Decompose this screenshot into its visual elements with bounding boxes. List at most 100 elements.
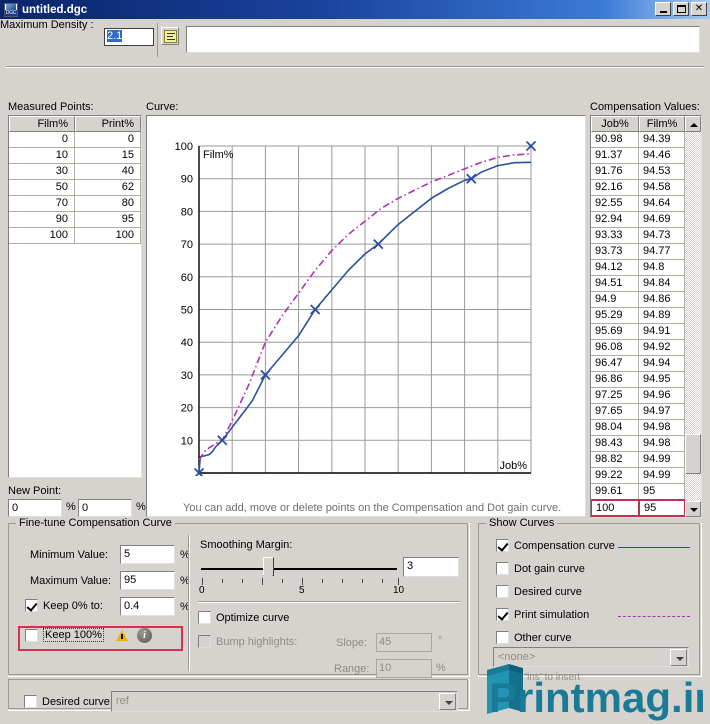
cell-film[interactable]: 94.98: [639, 420, 685, 436]
cell-job[interactable]: 100: [591, 500, 639, 516]
cell-film[interactable]: 94.46: [639, 148, 685, 164]
cell-film[interactable]: 94.96: [639, 388, 685, 404]
table-row[interactable]: 90 95: [9, 212, 141, 228]
measured-points-table[interactable]: Film% Print% 0 0 10 15 30 40 50 62 70 80 90 95 100 10…: [8, 115, 142, 478]
desired-curve-row[interactable]: Desired curve:: [24, 695, 113, 708]
cell-film[interactable]: 10: [9, 148, 75, 164]
cell-film[interactable]: 94.53: [639, 164, 685, 180]
table-row[interactable]: 10 15: [9, 148, 141, 164]
show-curve-checkbox[interactable]: [496, 631, 509, 644]
cell-film[interactable]: 70: [9, 196, 75, 212]
cell-job[interactable]: 96.86: [591, 372, 639, 388]
cell-film[interactable]: 0: [9, 132, 75, 148]
cell-print[interactable]: 0: [75, 132, 141, 148]
cell-film[interactable]: 94.86: [639, 292, 685, 308]
cell-job[interactable]: 94.12: [591, 260, 639, 276]
cell-film[interactable]: 94.64: [639, 196, 685, 212]
comp-table-scrollbar[interactable]: [685, 116, 701, 517]
compensation-values-table[interactable]: Job% Film% 90.98 94.39 91.37 94.46 91.76 94.5…: [590, 115, 702, 518]
cell-job[interactable]: 99.22: [591, 468, 639, 484]
cell-print[interactable]: 15: [75, 148, 141, 164]
minimize-button[interactable]: [655, 2, 671, 16]
desired-curve-checkbox[interactable]: [24, 695, 37, 708]
cell-film[interactable]: 94.92: [639, 340, 685, 356]
cell-film[interactable]: 94.97: [639, 404, 685, 420]
cell-job[interactable]: 96.08: [591, 340, 639, 356]
cell-job[interactable]: 90.98: [591, 132, 639, 148]
note-icon-button[interactable]: [161, 27, 179, 45]
table-row[interactable]: 30 40: [9, 164, 141, 180]
cell-job[interactable]: 96.47: [591, 356, 639, 372]
table-row[interactable]: 50 62: [9, 180, 141, 196]
show-curve-checkbox[interactable]: [496, 608, 509, 621]
cell-print[interactable]: 95: [75, 212, 141, 228]
cell-film[interactable]: 94.69: [639, 212, 685, 228]
show-curve-checkbox[interactable]: [496, 585, 509, 598]
curve-chart[interactable]: 1020304050607080901001020304050607080901…: [147, 116, 585, 476]
cell-film[interactable]: 94.8: [639, 260, 685, 276]
cell-film[interactable]: 94.39: [639, 132, 685, 148]
cell-film[interactable]: 94.99: [639, 452, 685, 468]
cell-print[interactable]: 80: [75, 196, 141, 212]
cell-film[interactable]: 94.77: [639, 244, 685, 260]
cell-job[interactable]: 95.29: [591, 308, 639, 324]
cell-film[interactable]: 95: [639, 500, 685, 516]
smoothing-slider-track[interactable]: [201, 568, 397, 570]
show-curve-item-4[interactable]: Other curve: [496, 631, 571, 644]
cell-film[interactable]: 30: [9, 164, 75, 180]
show-curve-item-3[interactable]: Print simulation: [496, 608, 589, 621]
show-curve-item-1[interactable]: Dot gain curve: [496, 562, 585, 575]
cell-film[interactable]: 94.89: [639, 308, 685, 324]
table-row[interactable]: 70 80: [9, 196, 141, 212]
cell-job[interactable]: 93.33: [591, 228, 639, 244]
max-density-input[interactable]: 2.1: [104, 28, 154, 46]
comment-input[interactable]: [186, 26, 700, 53]
cell-job[interactable]: 92.55: [591, 196, 639, 212]
table-row[interactable]: 00: [9, 132, 141, 148]
maximize-button[interactable]: [673, 2, 689, 16]
cell-job[interactable]: 93.73: [591, 244, 639, 260]
cell-job[interactable]: 91.76: [591, 164, 639, 180]
keep0-checkbox[interactable]: [25, 599, 38, 612]
close-button[interactable]: ✕: [691, 2, 707, 16]
cell-job[interactable]: 99.61: [591, 484, 639, 500]
curve-plot-panel[interactable]: 1020304050607080901001020304050607080901…: [146, 115, 586, 517]
cell-film[interactable]: 100: [9, 228, 75, 244]
cell-film[interactable]: 94.94: [639, 356, 685, 372]
new-point-x-input[interactable]: 0: [8, 499, 62, 517]
keep0-value-input[interactable]: 0.4: [120, 597, 175, 616]
show-curve-checkbox[interactable]: [496, 539, 509, 552]
keep0-checkbox-row[interactable]: Keep 0% to:: [25, 599, 103, 612]
smoothing-value-input[interactable]: 3: [403, 557, 459, 577]
minimum-value-input[interactable]: 5: [120, 545, 175, 564]
cell-job[interactable]: 98.43: [591, 436, 639, 452]
optimize-curve-checkbox[interactable]: [198, 611, 211, 624]
maximum-value-input[interactable]: 95: [120, 571, 175, 590]
cell-film[interactable]: 94.84: [639, 276, 685, 292]
cell-film[interactable]: 94.73: [639, 228, 685, 244]
cell-film[interactable]: 94.99: [639, 468, 685, 484]
cell-job[interactable]: 98.82: [591, 452, 639, 468]
column-header-film[interactable]: Film%: [9, 116, 75, 132]
column-header-job[interactable]: Job%: [591, 116, 639, 132]
cell-film[interactable]: 94.95: [639, 372, 685, 388]
cell-job[interactable]: 97.25: [591, 388, 639, 404]
cell-job[interactable]: 98.04: [591, 420, 639, 436]
cell-job[interactable]: 94.9: [591, 292, 639, 308]
scrollbar-thumb[interactable]: [685, 434, 701, 474]
cell-film[interactable]: 94.98: [639, 436, 685, 452]
column-header-print[interactable]: Print%: [75, 116, 141, 132]
cell-print[interactable]: 62: [75, 180, 141, 196]
cell-job[interactable]: 95.69: [591, 324, 639, 340]
show-curve-checkbox[interactable]: [496, 562, 509, 575]
cell-film[interactable]: 50: [9, 180, 75, 196]
cell-print[interactable]: 100: [75, 228, 141, 244]
optimize-curve-row[interactable]: Optimize curve: [198, 611, 289, 624]
smoothing-slider-thumb[interactable]: [263, 557, 274, 581]
show-curve-item-2[interactable]: Desired curve: [496, 585, 582, 598]
cell-print[interactable]: 40: [75, 164, 141, 180]
cell-film[interactable]: 95: [639, 484, 685, 500]
column-header-film[interactable]: Film%: [639, 116, 685, 132]
cell-film[interactable]: 94.91: [639, 324, 685, 340]
cell-job[interactable]: 92.94: [591, 212, 639, 228]
